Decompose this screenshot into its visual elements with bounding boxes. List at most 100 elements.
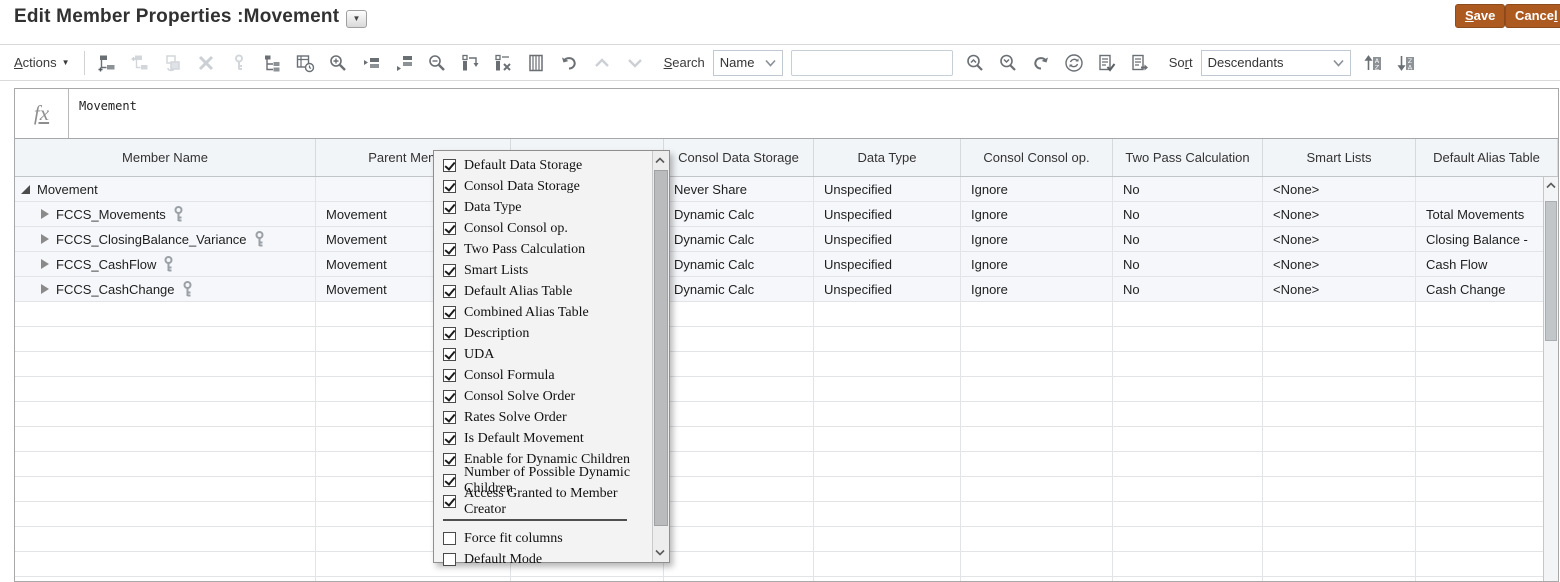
column-menu-item[interactable]: Consol Solve Order [434,386,651,407]
apply-metadata-icon[interactable] [1130,53,1150,73]
consol-data-storage-cell[interactable] [664,552,814,576]
default-alias-cell[interactable] [1416,177,1558,201]
refresh-icon[interactable] [1064,53,1084,73]
data-type-cell[interactable]: Unspecified [814,227,961,251]
scroll-down-icon[interactable] [653,545,667,560]
data-type-cell[interactable] [814,427,961,451]
two-pass-cell[interactable] [1113,302,1263,326]
two-pass-cell[interactable] [1113,327,1263,351]
find-previous-icon[interactable] [965,53,985,73]
column-header-default-alias[interactable]: Default Alias Table [1416,139,1558,176]
consol-op-cell[interactable] [961,452,1113,476]
data-type-cell[interactable] [814,477,961,501]
two-pass-cell[interactable] [1113,477,1263,501]
data-type-cell[interactable] [814,402,961,426]
consol-data-storage-cell[interactable] [664,577,814,582]
two-pass-cell[interactable] [1113,402,1263,426]
two-pass-cell[interactable] [1113,427,1263,451]
data-type-cell[interactable] [814,452,961,476]
consol-op-cell[interactable] [961,302,1113,326]
checkbox-icon[interactable] [443,495,456,508]
consol-op-cell[interactable]: Ignore [961,277,1113,301]
grid-scrollbar[interactable] [1543,177,1558,581]
member-name-cell[interactable]: FCCS_CashChange [15,277,316,301]
two-pass-cell[interactable] [1113,527,1263,551]
checkbox-icon[interactable] [443,306,456,319]
column-header-member-name[interactable]: Member Name [15,139,316,176]
checkbox-icon[interactable] [443,285,456,298]
data-type-cell[interactable] [814,327,961,351]
consol-data-storage-cell[interactable] [664,502,814,526]
collapse-icon[interactable] [394,53,414,73]
consol-op-cell[interactable] [961,327,1113,351]
default-alias-cell[interactable] [1416,527,1558,551]
collapsed-node-icon[interactable] [41,234,49,244]
consol-data-storage-cell[interactable]: Dynamic Calc [664,202,814,226]
member-name-cell[interactable]: FCCS_ClosingBalance_Variance [15,227,316,251]
checkbox-icon[interactable] [443,222,456,235]
smart-lists-cell[interactable] [1263,477,1416,501]
member-name-cell[interactable] [15,402,316,426]
smart-lists-cell[interactable] [1263,352,1416,376]
smart-lists-cell[interactable]: <None> [1263,252,1416,276]
consol-data-storage-cell[interactable] [664,377,814,401]
consol-op-cell[interactable]: Ignore [961,177,1113,201]
expanded-node-icon[interactable] [21,185,30,194]
checkbox-icon[interactable] [443,369,456,382]
smart-lists-cell[interactable] [1263,377,1416,401]
data-type-cell[interactable] [814,377,961,401]
column-menu-item[interactable]: Default Data Storage [434,155,651,176]
menu-scrollbar-thumb[interactable] [654,170,668,526]
member-name-cell[interactable] [15,327,316,351]
consol-op-cell[interactable] [961,527,1113,551]
consol-data-storage-cell[interactable] [664,302,814,326]
move-columns-icon[interactable] [460,53,480,73]
collapsed-node-icon[interactable] [41,259,49,269]
two-pass-cell[interactable] [1113,502,1263,526]
sort-descending-icon[interactable]: ZA [1396,53,1416,73]
checkbox-icon[interactable] [443,159,456,172]
smart-lists-cell[interactable]: <None> [1263,227,1416,251]
formula-value[interactable]: Movement [69,89,1558,138]
find-next-icon[interactable] [998,53,1018,73]
sort-ascending-icon[interactable]: AZ [1363,53,1383,73]
default-alias-cell[interactable] [1416,502,1558,526]
smart-lists-cell[interactable]: <None> [1263,202,1416,226]
zoom-in-icon[interactable] [328,53,348,73]
data-type-cell[interactable] [814,527,961,551]
smart-lists-cell[interactable] [1263,302,1416,326]
member-history-icon[interactable] [295,53,315,73]
member-name-cell[interactable] [15,302,316,326]
checkbox-icon[interactable] [443,532,456,545]
consol-data-storage-cell[interactable] [664,452,814,476]
two-pass-cell[interactable] [1113,352,1263,376]
default-alias-cell[interactable] [1416,552,1558,576]
two-pass-cell[interactable]: No [1113,277,1263,301]
column-menu-item[interactable]: Access Granted to Member Creator [434,491,651,512]
data-type-cell[interactable] [814,502,961,526]
two-pass-cell[interactable]: No [1113,252,1263,276]
smart-lists-cell[interactable]: <None> [1263,177,1416,201]
consol-data-storage-cell[interactable]: Dynamic Calc [664,277,814,301]
smart-lists-cell[interactable] [1263,527,1416,551]
two-pass-cell[interactable] [1113,577,1263,582]
default-alias-cell[interactable] [1416,477,1558,501]
zoom-out-icon[interactable] [427,53,447,73]
column-menu-item[interactable]: Combined Alias Table [434,302,651,323]
column-header-smart-lists[interactable]: Smart Lists [1263,139,1416,176]
consol-data-storage-cell[interactable] [664,477,814,501]
scroll-up-icon[interactable] [1544,178,1558,193]
data-type-cell[interactable]: Unspecified [814,177,961,201]
consol-data-storage-cell[interactable]: Dynamic Calc [664,252,814,276]
column-menu-item[interactable]: Default Mode [434,549,651,570]
next-icon[interactable] [625,53,645,73]
cancel-button[interactable]: Cancel [1505,4,1560,28]
data-type-cell[interactable] [814,577,961,582]
default-alias-cell[interactable] [1416,402,1558,426]
column-menu-item[interactable]: Consol Consol op. [434,218,651,239]
consol-op-cell[interactable] [961,377,1113,401]
member-name-cell[interactable]: FCCS_CashFlow [15,252,316,276]
column-menu-item[interactable]: Two Pass Calculation [434,239,651,260]
checkbox-icon[interactable] [443,201,456,214]
data-type-cell[interactable]: Unspecified [814,252,961,276]
